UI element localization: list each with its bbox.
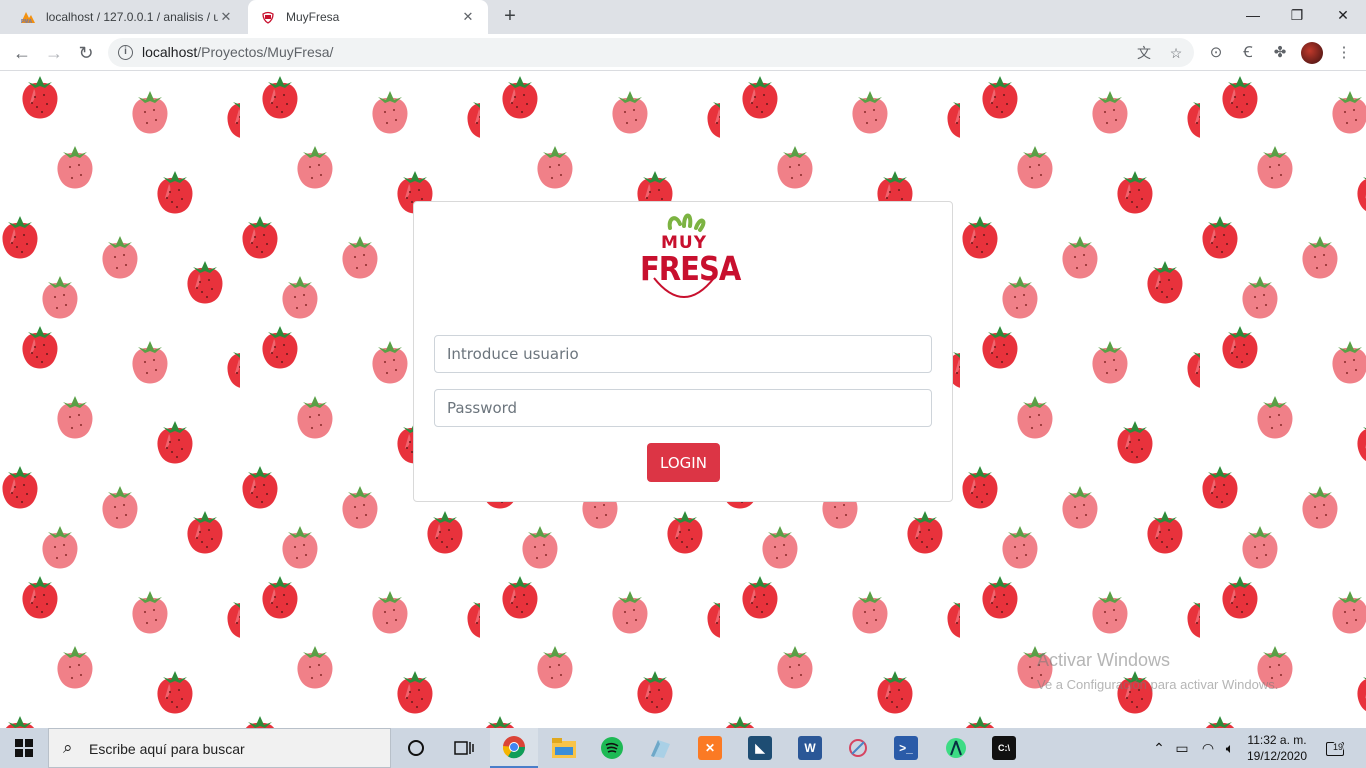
info-icon[interactable]: i	[118, 45, 133, 60]
browser-tab-bar: PMA localhost / 127.0.0.1 / analisis / u…	[0, 0, 1366, 34]
muyfresa-logo: MUY FRESA	[640, 206, 741, 306]
word-icon[interactable]: W	[786, 728, 834, 768]
close-tab-icon[interactable]: ✕	[460, 9, 476, 25]
clock-date: 19/12/2020	[1246, 749, 1308, 763]
terminal-icon[interactable]: C:\	[980, 728, 1028, 768]
app-icon[interactable]	[636, 728, 684, 768]
address-bar[interactable]: i localhost/Proyectos/MuyFresa/ ⽂ ☆	[108, 38, 1194, 67]
browser-toolbar: ← → ↻ i localhost/Proyectos/MuyFresa/ ⽂ …	[0, 34, 1366, 71]
system-clock[interactable]: 11:32 a. m. 19/12/2020	[1244, 732, 1310, 764]
bookmark-star-icon[interactable]: ☆	[1166, 43, 1186, 63]
menu-dots-icon[interactable]: ⋮	[1333, 42, 1355, 64]
start-button[interactable]	[0, 728, 48, 768]
activate-windows-subtitle: Ve a Configuración para activar Windows.	[1037, 677, 1279, 692]
activate-windows-title: Activar Windows	[1037, 650, 1171, 670]
reload-icon[interactable]: ↻	[72, 39, 100, 67]
notifications-count: 19	[1332, 741, 1345, 753]
windows-logo-icon	[15, 739, 33, 757]
minimize-button[interactable]: —	[1230, 0, 1276, 30]
phpmyadmin-icon: PMA	[20, 9, 36, 25]
search-placeholder: Escribe aquí para buscar	[89, 741, 245, 757]
wifi-icon[interactable]: ◠	[1198, 728, 1218, 768]
muyfresa-favicon	[260, 9, 276, 25]
volume-icon[interactable]: 🔈︎	[1220, 728, 1240, 768]
tab-title: localhost / 127.0.0.1 / analisis / u	[46, 10, 218, 24]
svg-text:PMA: PMA	[21, 19, 33, 24]
tab-title: MuyFresa	[286, 10, 340, 24]
spotify-icon[interactable]	[588, 728, 636, 768]
restore-button[interactable]: ❐	[1274, 0, 1320, 30]
extension-icon[interactable]: Ꞓ	[1237, 42, 1259, 64]
powershell-icon[interactable]: >_	[882, 728, 930, 768]
close-tab-icon[interactable]: ✕	[218, 9, 234, 25]
url-text[interactable]: localhost/Proyectos/MuyFresa/	[142, 44, 333, 60]
page-viewport: MUY FRESA LOGIN Activar Windows Ve a Con…	[0, 71, 1366, 728]
windows-taskbar: ⌕ Escribe aquí para buscar ✕ ◣ W >_ C:\ …	[0, 728, 1366, 768]
login-card: MUY FRESA LOGIN	[413, 201, 953, 502]
profile-avatar[interactable]	[1301, 42, 1323, 64]
back-icon[interactable]: ←	[8, 39, 36, 67]
extension-icon[interactable]: ⊙	[1205, 42, 1227, 64]
mysql-workbench-icon[interactable]: ◣	[736, 728, 784, 768]
translate-icon[interactable]: ⽂	[1134, 43, 1154, 63]
chrome-icon[interactable]	[490, 728, 538, 768]
new-tab-button[interactable]: +	[498, 5, 522, 29]
username-input[interactable]	[434, 335, 932, 373]
tab-phpmyadmin[interactable]: PMA localhost / 127.0.0.1 / analisis / u…	[8, 0, 246, 34]
task-view-icon[interactable]	[440, 728, 488, 768]
show-hidden-icons-icon[interactable]: ⌃	[1150, 728, 1168, 768]
clock-time: 11:32 a. m.	[1247, 733, 1307, 747]
login-button[interactable]: LOGIN	[647, 443, 720, 482]
extensions-puzzle-icon[interactable]: ✤	[1269, 42, 1291, 64]
file-explorer-icon[interactable]	[540, 728, 588, 768]
password-input[interactable]	[434, 389, 932, 427]
search-icon: ⌕	[63, 738, 73, 757]
logo-text-fresa: FRESA	[640, 249, 741, 289]
close-window-button[interactable]: ✕	[1320, 0, 1366, 30]
cortana-icon[interactable]	[392, 728, 440, 768]
xampp-icon[interactable]: ✕	[686, 728, 734, 768]
battery-icon[interactable]: ▭	[1172, 728, 1192, 768]
app-icon[interactable]	[834, 728, 882, 768]
tab-muyfresa[interactable]: MuyFresa ✕	[248, 0, 488, 34]
notifications-icon[interactable]: 19	[1320, 728, 1350, 768]
forward-icon[interactable]: →	[40, 39, 68, 67]
android-studio-icon[interactable]	[932, 728, 980, 768]
taskbar-search[interactable]: ⌕ Escribe aquí para buscar	[48, 728, 391, 768]
